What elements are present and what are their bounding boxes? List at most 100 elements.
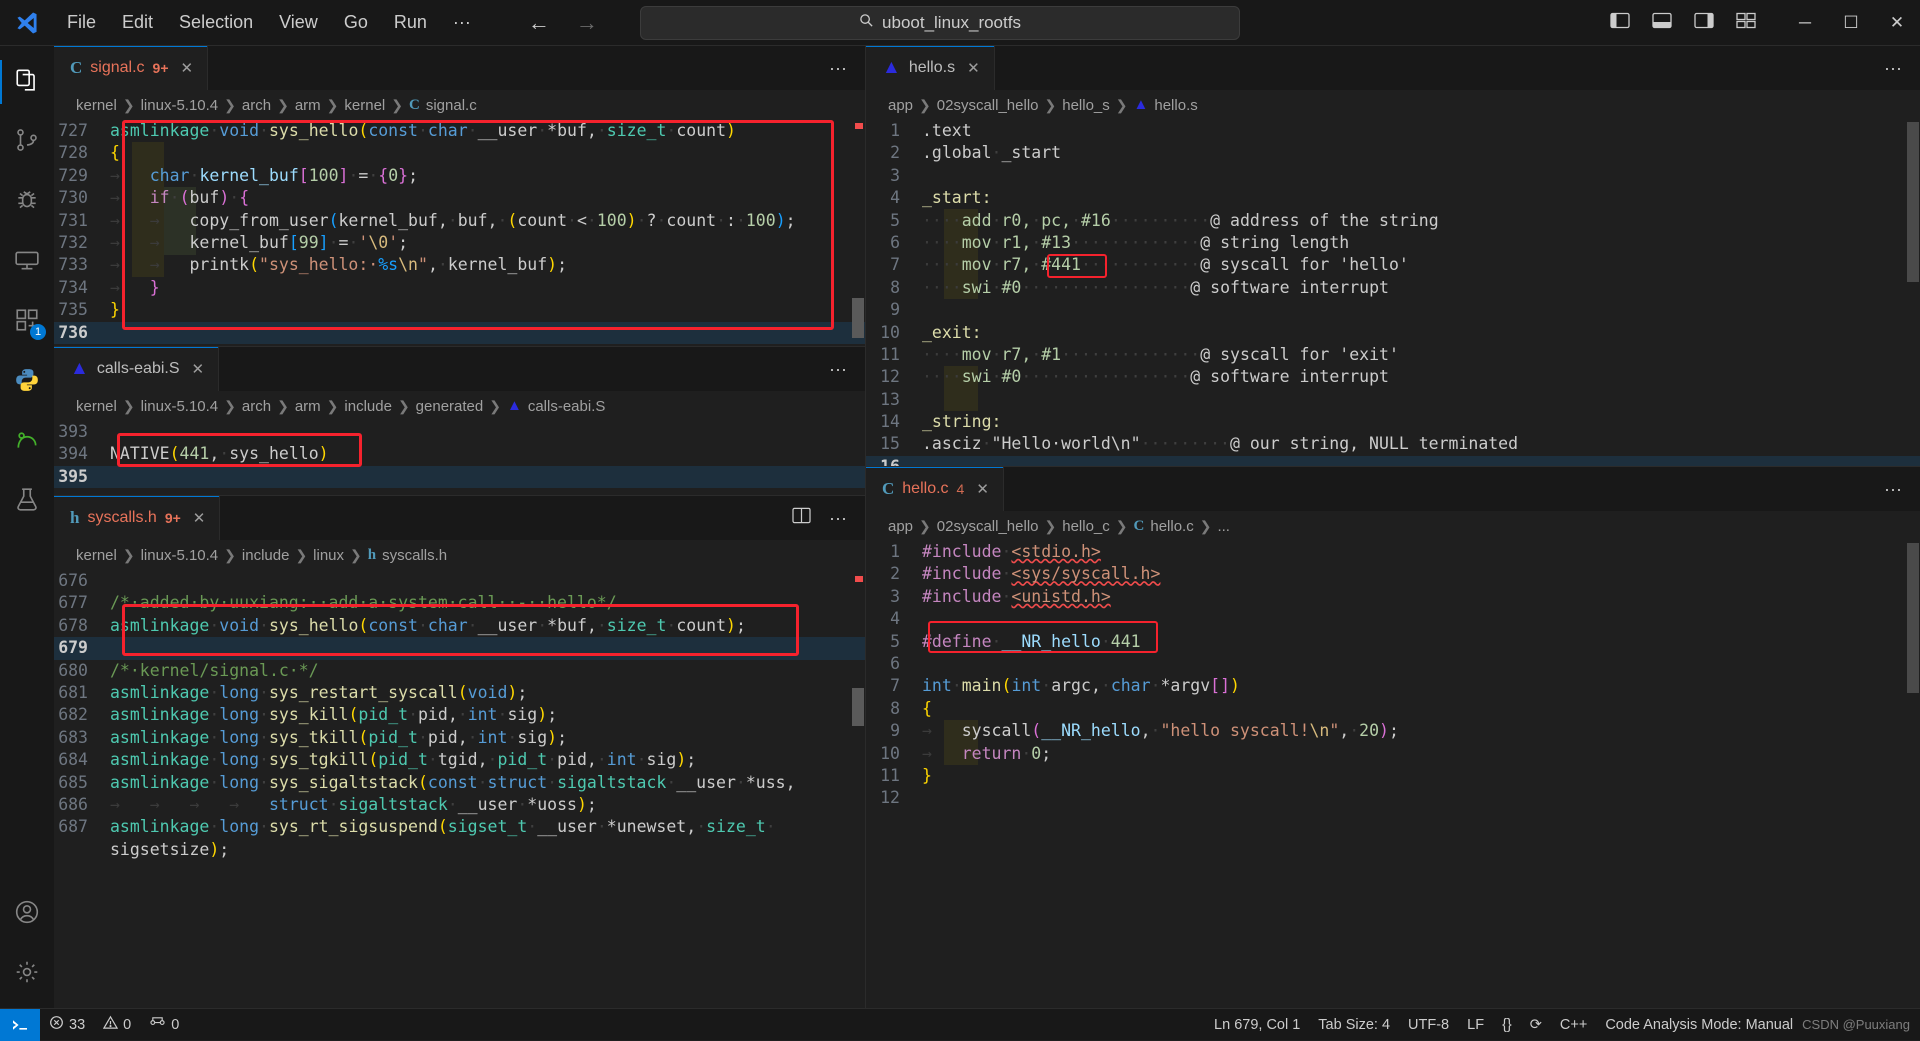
more-actions-icon[interactable]: ··· [829,359,847,380]
status-errors[interactable]: 33 [40,1009,94,1041]
code-line[interactable]: 10 → return·0; [866,743,1920,765]
status-cursor-position[interactable]: Ln 679, Col 1 [1205,1009,1309,1041]
breadcrumb-item[interactable]: ... [1217,518,1230,535]
code-line[interactable]: 2 #include·<sys/syscall.h> [866,563,1920,585]
tab-syscalls-h[interactable]: h syscalls.h 9+ ✕ [54,496,221,540]
code-line[interactable]: 3 #include·<unistd.h> [866,586,1920,608]
code-editor-hello-s[interactable]: 1 .text 2 .global·_start 3 4 _start: 5 ····add·r… [866,120,1920,466]
status-tab-size[interactable]: Tab Size: 4 [1309,1009,1399,1041]
sidebar-item-source-control[interactable] [0,112,54,172]
code-line[interactable]: 736 [54,321,865,344]
code-editor-signal-c[interactable]: 727 asmlinkage·void·sys_hello(const·char·… [54,120,865,346]
minimize-button[interactable]: ─ [1782,0,1828,46]
code-line[interactable]: 9 [866,299,1920,321]
maximize-button[interactable]: ☐ [1828,0,1874,46]
breadcrumb-item[interactable]: linux-5.10.4 [141,398,219,415]
breadcrumb-item[interactable]: arch [242,97,271,114]
sidebar-item-accounts[interactable] [0,884,54,944]
arrow-right-icon[interactable]: → [576,10,598,36]
search-input[interactable]: uboot_linux_rootfs [640,5,1240,40]
remote-window-icon[interactable] [0,1008,40,1041]
editor-scrollbar[interactable] [1906,541,1920,1008]
editor-scrollbar[interactable] [851,570,865,1008]
code-line[interactable]: 680 /*·kernel/signal.c·*/ [54,660,865,682]
code-line[interactable]: 14 _string: [866,411,1920,433]
code-line[interactable]: 12 [866,787,1920,809]
toggle-secondary-sidebar-icon[interactable] [1694,12,1714,34]
breadcrumb-item[interactable]: syscalls.h [382,547,447,564]
menu-edit[interactable]: Edit [109,8,166,37]
code-line[interactable]: 6 [866,653,1920,675]
code-line[interactable]: 1 .text [866,120,1920,142]
sidebar-item-extensions[interactable]: 1 [0,292,54,352]
breadcrumb-item[interactable]: 02syscall_hello [937,518,1039,535]
code-line[interactable]: 683 asmlinkage·long·sys_tkill(pid_t·pid,·… [54,727,865,749]
code-line[interactable]: 8{ [866,698,1920,720]
status-ports[interactable]: 0 [140,1009,188,1041]
code-line[interactable]: 9 → syscall(__NR_hello,·"hello syscall!\n… [866,720,1920,742]
more-actions-icon[interactable]: ··· [829,508,847,529]
more-actions-icon[interactable]: ··· [1884,58,1902,79]
status-sync[interactable]: ⟳ [1521,1009,1551,1041]
menu-selection[interactable]: Selection [166,8,266,37]
code-line[interactable]: 12 ····swi·#0·················@ software … [866,366,1920,388]
code-line[interactable]: 686 → → → → struct·sigaltstack·__user·*uo… [54,794,865,816]
breadcrumb-item[interactable]: hello.c [1150,518,1193,535]
code-line[interactable]: 4 [866,608,1920,630]
code-line[interactable]: 1 #include·<stdio.h> [866,541,1920,563]
code-line[interactable]: 4 _start: [866,187,1920,209]
breadcrumb-item[interactable]: calls-eabi.S [528,398,606,415]
code-editor-syscalls-h[interactable]: 676 677 /*·added·by·uuxiang:··add·a·system… [54,570,865,1008]
code-line[interactable]: 11 ····mov·r7,·#1··············@ syscall … [866,344,1920,366]
breadcrumb-item[interactable]: include [242,547,290,564]
breadcrumb-item[interactable]: generated [416,398,484,415]
menu-run[interactable]: Run [381,8,440,37]
sidebar-item-explorer[interactable] [0,52,54,112]
toggle-primary-sidebar-icon[interactable] [1610,12,1630,34]
code-line[interactable]: 13 [866,389,1920,411]
menu-file[interactable]: File [54,8,109,37]
code-line[interactable]: 731 → → copy_from_user(kernel_buf,·buf,·(… [54,210,865,232]
tab-hello-c[interactable]: C hello.c 4 ✕ [866,467,1004,511]
code-line[interactable]: 676 [54,570,865,592]
sidebar-item-python[interactable] [0,352,54,412]
code-line[interactable]: 7 int·main(int·argc,·char·*argv[]) [866,675,1920,697]
code-line[interactable]: 11} [866,765,1920,787]
menu-view[interactable]: View [266,8,331,37]
code-line[interactable]: 732 → → kernel_buf[99]·=·'\0'; [54,232,865,254]
breadcrumb-item[interactable]: hello_s [1062,97,1110,114]
customize-layout-icon[interactable] [1736,12,1756,34]
breadcrumb-item[interactable]: linux [313,547,344,564]
code-line[interactable]: 678 asmlinkage·void·sys_hello(const·char·… [54,615,865,637]
sidebar-item-manage-settings[interactable] [0,944,54,1004]
code-line[interactable]: 395 [54,465,865,489]
code-line[interactable]: 2 .global·_start [866,142,1920,164]
more-actions-icon[interactable]: ··· [829,58,847,79]
status-language-mode[interactable]: C++ [1551,1009,1596,1041]
code-line[interactable]: 7 ····mov·r7,·#441············@ syscall f… [866,254,1920,276]
close-icon[interactable]: ✕ [193,509,206,527]
code-line[interactable]: 685 asmlinkage·long·sys_sigaltstack(const… [54,772,865,794]
menu-go[interactable]: Go [331,8,381,37]
code-line[interactable]: 6 ····mov·r1,·#13·············@ string le… [866,232,1920,254]
breadcrumb-item[interactable]: linux-5.10.4 [141,547,219,564]
close-icon[interactable]: ✕ [181,59,194,77]
code-line[interactable]: 687 asmlinkage·long·sys_rt_sigsuspend(sig… [54,816,865,838]
status-encoding[interactable]: UTF-8 [1399,1009,1458,1041]
tab-signal-c[interactable]: C signal.c 9+ ✕ [54,46,209,90]
more-actions-icon[interactable]: ··· [1884,479,1902,500]
breadcrumb-item[interactable]: kernel [76,97,117,114]
tab-hello-s[interactable]: ▲ hello.s ✕ [866,46,995,90]
editor-scrollbar[interactable] [851,120,865,346]
code-line[interactable]: 682 asmlinkage·long·sys_kill(pid_t·pid,·i… [54,704,865,726]
code-line[interactable]: 684 asmlinkage·long·sys_tgkill(pid_t·tgid… [54,749,865,771]
menu-more[interactable]: ··· [440,8,484,37]
code-line[interactable]: 677 /*·added·by·uuxiang:··add·a·system·ca… [54,592,865,614]
editor-scrollbar[interactable] [1906,120,1920,466]
status-brackets[interactable]: {} [1493,1009,1521,1041]
breadcrumb-item[interactable]: include [344,398,392,415]
breadcrumb-item[interactable]: 02syscall_hello [937,97,1039,114]
editor-scrollbar[interactable] [851,421,865,495]
code-editor-hello-c[interactable]: 1 #include·<stdio.h> 2 #include·<sys/syscal… [866,541,1920,1008]
close-icon[interactable]: ✕ [192,360,205,378]
